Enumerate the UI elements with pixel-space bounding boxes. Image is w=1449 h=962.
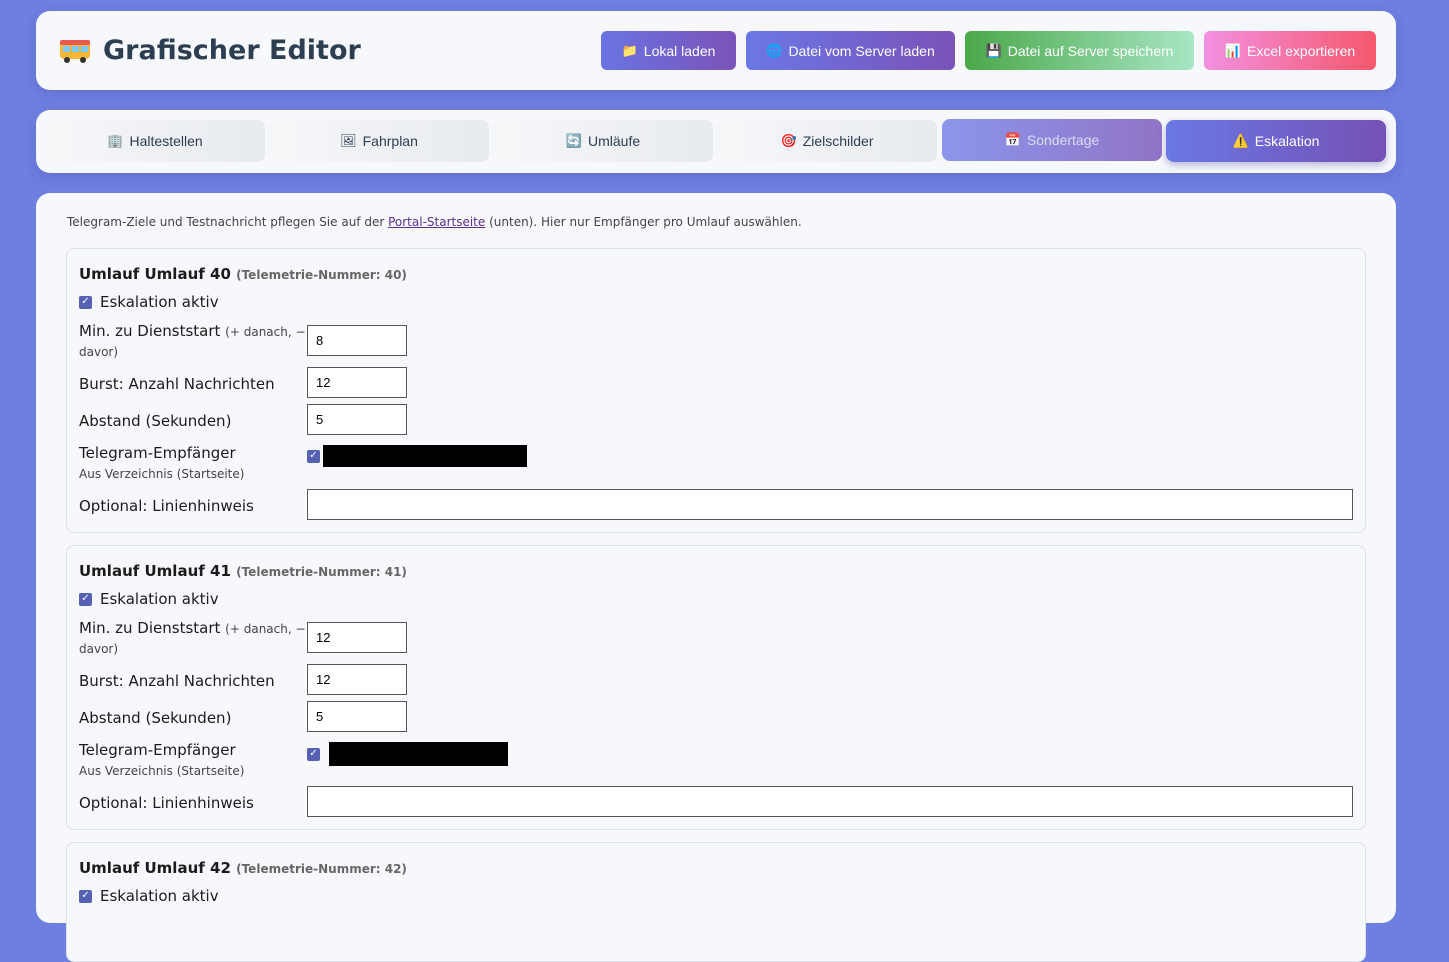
telemetry-number: (Telemetrie-Nummer: 40) bbox=[236, 268, 407, 282]
recipient-checkbox[interactable]: ✓ bbox=[307, 449, 320, 463]
globe-icon: 🌐 bbox=[766, 42, 783, 58]
escalation-active-checkbox[interactable]: ✓ bbox=[79, 889, 92, 903]
umlauf-card: Umlauf Umlauf 41 (Telemetrie-Nummer: 41)… bbox=[66, 545, 1366, 830]
page-title: Grafischer Editor bbox=[103, 35, 361, 66]
line-hint-input[interactable] bbox=[307, 489, 1353, 520]
escalation-active-label: Eskalation aktiv bbox=[100, 887, 219, 905]
telemetry-number: (Telemetrie-Nummer: 41) bbox=[236, 565, 407, 579]
umlauf-title-text: Umlauf Umlauf 42 bbox=[79, 859, 231, 877]
min-start-label: Min. zu Dienststart (+ danach, − bbox=[79, 619, 306, 637]
tab-label: Haltestellen bbox=[129, 133, 203, 149]
recipients-label: Telegram-Empfänger bbox=[79, 741, 236, 759]
escalation-active-checkbox[interactable]: ✓ bbox=[79, 592, 92, 606]
tab-umlaeufe[interactable]: 🔄 Umläufe bbox=[493, 120, 713, 162]
min-start-hint-cont: davor) bbox=[79, 345, 119, 359]
tab-label: Sondertage bbox=[1026, 132, 1100, 148]
escalation-active-row: ✓ Eskalation aktiv bbox=[79, 293, 219, 311]
escalation-active-checkbox[interactable]: ✓ bbox=[79, 295, 92, 309]
intro-before: Telegram-Ziele und Testnachricht pflegen… bbox=[67, 215, 389, 229]
redacted-recipient bbox=[323, 445, 527, 467]
export-excel-label: Excel exportieren bbox=[1247, 42, 1356, 59]
tab-sondertage[interactable]: 📅 Sondertage bbox=[942, 119, 1162, 161]
interval-input[interactable]: 5 bbox=[307, 701, 407, 732]
app-header: Grafischer Editor 📁 Lokal laden 🌐 Datei vo… bbox=[36, 11, 1396, 90]
min-start-hint: (+ danach, − bbox=[225, 325, 306, 339]
warning-icon: ⚠️ bbox=[1232, 133, 1249, 148]
line-hint-input[interactable] bbox=[307, 786, 1353, 817]
recipient-option: ✓ bbox=[307, 445, 527, 467]
recipients-sub-label: Aus Verzeichnis (Startseite) bbox=[79, 764, 245, 778]
umlauf-card: Umlauf Umlauf 40 (Telemetrie-Nummer: 40)… bbox=[66, 248, 1366, 533]
interval-label: Abstand (Sekunden) bbox=[79, 412, 232, 430]
escalation-active-row: ✓ Eskalation aktiv bbox=[79, 590, 219, 608]
tab-label: Umläufe bbox=[588, 133, 641, 149]
umlauf-title: Umlauf Umlauf 40 (Telemetrie-Nummer: 40) bbox=[79, 265, 407, 283]
load-from-server-button[interactable]: 🌐 Datei vom Server laden bbox=[746, 31, 955, 70]
target-icon: 🎯 bbox=[780, 133, 797, 148]
tab-fahrplan[interactable]: 🖼 Fahrplan bbox=[269, 120, 489, 162]
line-hint-label: Optional: Linienhinweis bbox=[79, 794, 254, 812]
picture-icon: 🖼 bbox=[340, 133, 357, 148]
calendar-icon: 📅 bbox=[1004, 132, 1021, 147]
min-start-label-text: Min. zu Dienststart bbox=[79, 619, 221, 637]
intro-after: (unten). Hier nur Empfänger pro Umlauf a… bbox=[485, 215, 802, 229]
load-local-label: Lokal laden bbox=[643, 42, 716, 59]
interval-label: Abstand (Sekunden) bbox=[79, 709, 232, 727]
burst-label: Burst: Anzahl Nachrichten bbox=[79, 672, 275, 690]
tab-zielschilder[interactable]: 🎯 Zielschilder bbox=[717, 120, 937, 162]
recipient-option: ✓ bbox=[307, 742, 508, 766]
min-start-hint: (+ danach, − bbox=[225, 622, 306, 636]
min-start-label: Min. zu Dienststart (+ danach, − bbox=[79, 322, 306, 340]
min-start-hint-cont: davor) bbox=[79, 642, 119, 656]
umlauf-title: Umlauf Umlauf 42 (Telemetrie-Nummer: 42) bbox=[79, 859, 407, 877]
escalation-active-label: Eskalation aktiv bbox=[100, 590, 219, 608]
burst-label: Burst: Anzahl Nachrichten bbox=[79, 375, 275, 393]
tab-eskalation[interactable]: ⚠️ Eskalation bbox=[1166, 120, 1386, 162]
building-icon: 🏢 bbox=[107, 133, 124, 148]
interval-input[interactable]: 5 bbox=[307, 404, 407, 435]
recipient-checkbox[interactable]: ✓ bbox=[307, 747, 320, 761]
escalation-active-row: ✓ Eskalation aktiv bbox=[79, 887, 219, 905]
intro-text: Telegram-Ziele und Testnachricht pflegen… bbox=[67, 215, 802, 229]
umlauf-title: Umlauf Umlauf 41 (Telemetrie-Nummer: 41) bbox=[79, 562, 407, 580]
umlauf-title-text: Umlauf Umlauf 40 bbox=[79, 265, 231, 283]
load-from-server-label: Datei vom Server laden bbox=[788, 42, 935, 59]
min-start-input[interactable]: 12 bbox=[307, 622, 407, 653]
export-excel-button[interactable]: 📊 Excel exportieren bbox=[1204, 31, 1376, 70]
line-hint-label: Optional: Linienhinweis bbox=[79, 497, 254, 515]
chart-icon: 📊 bbox=[1224, 42, 1241, 58]
portal-start-link[interactable]: Portal-Startseite bbox=[388, 215, 485, 229]
tab-label: Zielschilder bbox=[802, 133, 874, 149]
umlauf-title-text: Umlauf Umlauf 41 bbox=[79, 562, 231, 580]
min-start-input[interactable]: 8 bbox=[307, 325, 407, 356]
burst-input[interactable]: 12 bbox=[307, 664, 407, 695]
burst-input[interactable]: 12 bbox=[307, 367, 407, 398]
main-panel: Telegram-Ziele und Testnachricht pflegen… bbox=[36, 193, 1396, 962]
bus-icon bbox=[60, 40, 90, 63]
telemetry-number: (Telemetrie-Nummer: 42) bbox=[236, 862, 407, 876]
save-to-server-label: Datei auf Server speichern bbox=[1007, 42, 1174, 59]
floppy-icon: 💾 bbox=[985, 42, 1002, 58]
folder-icon: 📁 bbox=[621, 42, 638, 58]
load-local-button[interactable]: 📁 Lokal laden bbox=[601, 31, 736, 70]
tab-bar: 🏢 Haltestellen 🖼 Fahrplan 🔄 Umläufe 🎯 Zielsc… bbox=[36, 110, 1396, 173]
tab-label: Eskalation bbox=[1254, 133, 1320, 149]
min-start-label-text: Min. zu Dienststart bbox=[79, 322, 221, 340]
redacted-recipient bbox=[329, 742, 508, 766]
refresh-icon: 🔄 bbox=[565, 133, 583, 148]
escalation-active-label: Eskalation aktiv bbox=[100, 293, 219, 311]
recipients-sub-label: Aus Verzeichnis (Startseite) bbox=[79, 467, 245, 481]
save-to-server-button[interactable]: 💾 Datei auf Server speichern bbox=[965, 31, 1194, 70]
recipients-label: Telegram-Empfänger bbox=[79, 444, 236, 462]
tab-haltestellen[interactable]: 🏢 Haltestellen bbox=[45, 120, 265, 162]
umlauf-card: Umlauf Umlauf 42 (Telemetrie-Nummer: 42)… bbox=[66, 842, 1366, 962]
tab-label: Fahrplan bbox=[362, 133, 418, 149]
